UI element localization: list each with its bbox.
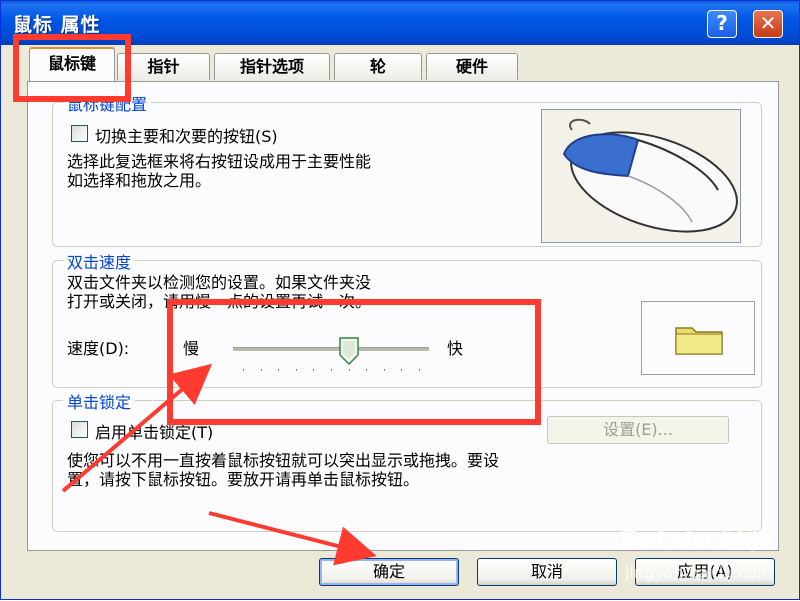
annotation-arrow-slider: [61, 363, 213, 493]
annotation-arrows: [61, 363, 377, 566]
tab-buttons[interactable]: 鼠标键: [29, 47, 115, 81]
annotation-arrow-ok: [208, 511, 377, 566]
baidu-watermark-url: jingyan.baidu.com: [625, 563, 773, 582]
baidu-watermark: Bai du 经验: [619, 525, 773, 555]
mouse-properties-window: 鼠标 属性 ? ✕ 鼠标键 指针 指针选项 轮 硬件 鼠标键配置 切换主要和次要…: [0, 0, 800, 600]
